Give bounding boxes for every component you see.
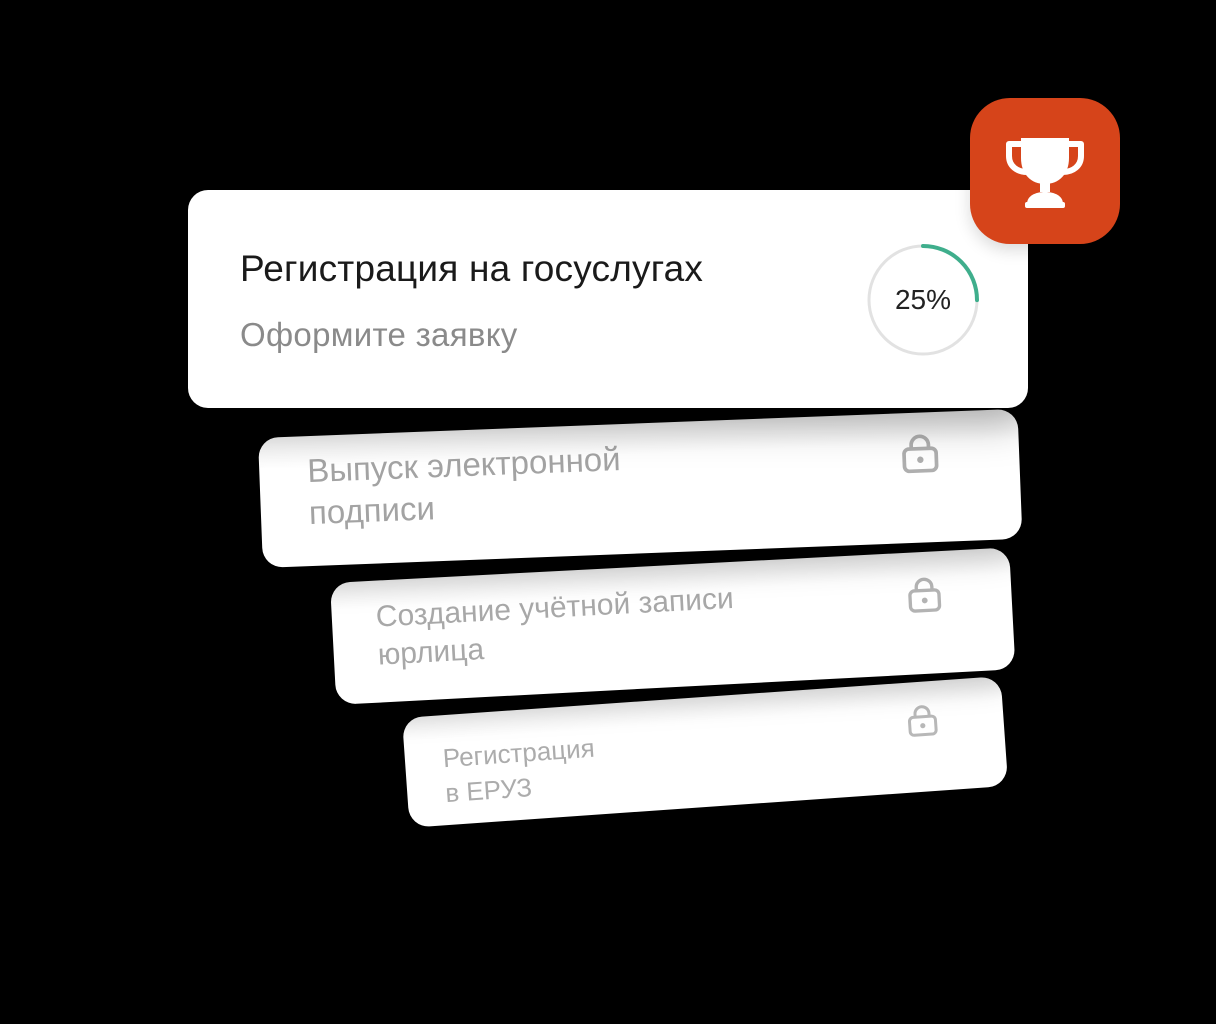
progress-ring: 25% bbox=[866, 243, 980, 357]
step-title: Выпуск электронной подписи bbox=[306, 440, 622, 532]
step-card-eruz[interactable]: Регистрация в ЕРУЗ bbox=[402, 676, 1009, 828]
lock-icon bbox=[898, 432, 942, 481]
trophy-icon bbox=[1006, 138, 1084, 208]
lock-icon bbox=[904, 575, 944, 620]
step-title: Создание учётной записи юрлица bbox=[374, 581, 735, 672]
progress-value: 25% bbox=[894, 284, 952, 315]
step-card-legal-account[interactable]: Создание учётной записи юрлица bbox=[330, 547, 1016, 705]
step-title: Регистрация в ЕРУЗ bbox=[441, 732, 596, 809]
step-title: Регистрация на госуслугах bbox=[240, 248, 704, 289]
trophy-badge bbox=[970, 98, 1120, 244]
step-subtitle: Оформите заявку bbox=[240, 316, 518, 353]
step-card-gosuslugi[interactable]: Регистрация на госуслугах Оформите заявк… bbox=[188, 190, 1028, 408]
lock-icon bbox=[904, 703, 941, 744]
step-card-e-signature[interactable]: Выпуск электронной подписи bbox=[258, 408, 1023, 568]
stage: Регистрация в ЕРУЗ Создание учётной запи… bbox=[0, 0, 1216, 1024]
